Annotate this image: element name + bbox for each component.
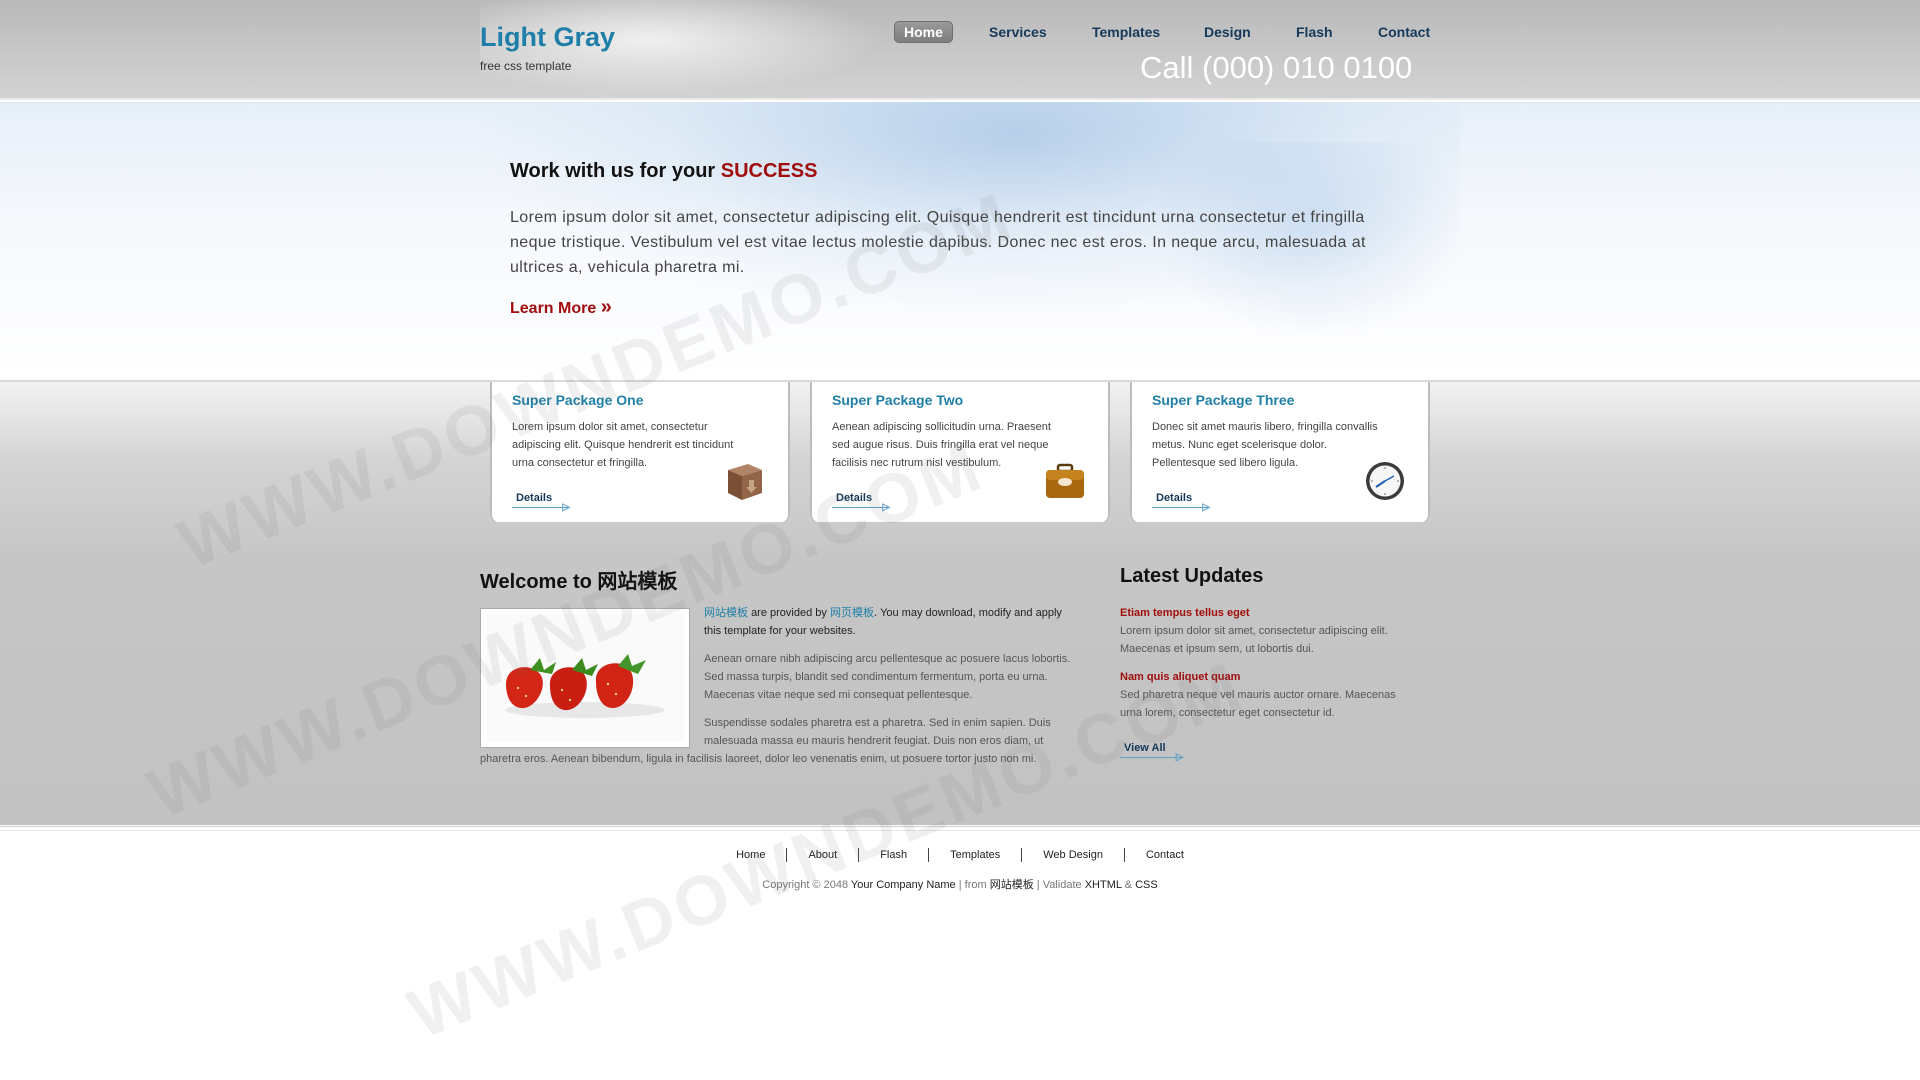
details-label: Details (516, 492, 553, 504)
learn-more-label: Learn More (510, 300, 597, 317)
amp-text: & (1124, 879, 1132, 891)
updates-title: Latest Updates (1120, 565, 1264, 587)
package-text: Lorem ipsum dolor sit amet, consectetur … (512, 421, 734, 469)
site-template-link[interactable]: 网站模板 (704, 607, 748, 619)
arrow-right-icon: ▷ (1202, 502, 1211, 513)
package-text: Aenean adipiscing sollicitudin urna. Pra… (832, 421, 1051, 469)
details-label: Details (836, 492, 873, 504)
footer-link-home[interactable]: Home (715, 848, 786, 862)
package-title[interactable]: Super Package Two (832, 392, 963, 408)
footer-divider (0, 826, 1920, 831)
arrow-right-icon: ▷ (1175, 752, 1184, 763)
briefcase-icon (1046, 463, 1084, 498)
package-card-one: Super Package One Lorem ipsum dolor sit … (490, 382, 790, 522)
package-card-two: Super Package Two Aenean adipiscing soll… (810, 382, 1110, 522)
site-header: Light Gray free css template Home Servic… (0, 0, 1920, 100)
arrow-right-icon: ▷ (562, 502, 571, 513)
nav-contact[interactable]: Contact (1378, 21, 1430, 43)
update-item: Etiam tempus tellus eget Lorem ipsum dol… (1120, 604, 1420, 658)
from-link[interactable]: 网站模板 (990, 879, 1034, 891)
css-link[interactable]: CSS (1135, 879, 1158, 891)
update-body: Lorem ipsum dolor sit amet, consectetur … (1120, 625, 1388, 655)
validate-text: | Validate (1036, 879, 1082, 891)
footer-nav: Home About Flash Templates Web Design Contact (0, 848, 1920, 862)
package-text: Donec sit amet mauris libero, fringilla … (1152, 421, 1378, 469)
hero-section: Work with us for your SUCCESS Lorem ipsu… (0, 102, 1920, 380)
footer-link-templates[interactable]: Templates (928, 848, 1021, 862)
footer-link-flash[interactable]: Flash (858, 848, 928, 862)
footer-link-web-design[interactable]: Web Design (1021, 848, 1124, 862)
company-name-link[interactable]: Your Company Name (851, 879, 956, 891)
phone-number: Call (000) 010 0100 (1140, 50, 1413, 85)
web-template-link[interactable]: 网页模板 (830, 607, 874, 619)
site-tagline: free css template (480, 59, 572, 73)
nav-design[interactable]: Design (1204, 21, 1251, 43)
footer-link-contact[interactable]: Contact (1123, 848, 1205, 862)
hero-text: Lorem ipsum dolor sit amet, consectetur … (510, 209, 1366, 276)
welcome-text: 网站模板 are provided by 网页模板. You may downl… (480, 604, 1080, 778)
update-heading[interactable]: Etiam tempus tellus eget (1120, 604, 1420, 622)
hero-heading-prefix: Work with us for your (510, 160, 716, 182)
nav-services[interactable]: Services (989, 21, 1047, 43)
double-chevron-right-icon: » (600, 296, 612, 318)
welcome-title: Welcome to 网站模板 (480, 571, 678, 593)
image-spacer (480, 604, 704, 750)
update-heading[interactable]: Nam quis aliquet quam (1120, 668, 1420, 686)
nav-flash[interactable]: Flash (1296, 21, 1333, 43)
welcome-p1-mid: are provided by (751, 607, 827, 619)
nav-templates[interactable]: Templates (1092, 21, 1160, 43)
site-title[interactable]: Light Gray (480, 22, 615, 53)
update-body: Sed pharetra neque vel mauris auctor orn… (1120, 689, 1396, 719)
update-item: Nam quis aliquet quam Sed pharetra neque… (1120, 668, 1420, 722)
package-title[interactable]: Super Package Three (1152, 392, 1294, 408)
package-details-link[interactable]: Details ▷ (832, 492, 890, 513)
package-title[interactable]: Super Package One (512, 392, 644, 408)
hero-heading: Work with us for your SUCCESS (510, 160, 817, 183)
view-all-link[interactable]: View All ▷ (1120, 742, 1184, 763)
hero-heading-accent: SUCCESS (720, 160, 818, 182)
learn-more-link[interactable]: Learn More » (510, 296, 612, 319)
box-icon (728, 464, 762, 500)
footer-link-about[interactable]: About (786, 848, 858, 862)
copyright-line: Copyright © 2048 Your Company Name | fro… (0, 876, 1920, 892)
view-all-label: View All (1124, 742, 1166, 754)
copyright-prefix: Copyright © 2048 (762, 879, 849, 891)
package-details-link[interactable]: Details ▷ (1152, 492, 1210, 513)
from-text: | from (958, 879, 987, 891)
details-label: Details (1156, 492, 1193, 504)
nav-home[interactable]: Home (894, 21, 953, 43)
arrow-right-icon: ▷ (882, 502, 891, 513)
xhtml-link[interactable]: XHTML (1085, 879, 1122, 891)
package-card-three: Super Package Three Donec sit amet mauri… (1130, 382, 1430, 522)
clock-icon (1366, 462, 1404, 500)
package-details-link[interactable]: Details ▷ (512, 492, 570, 513)
